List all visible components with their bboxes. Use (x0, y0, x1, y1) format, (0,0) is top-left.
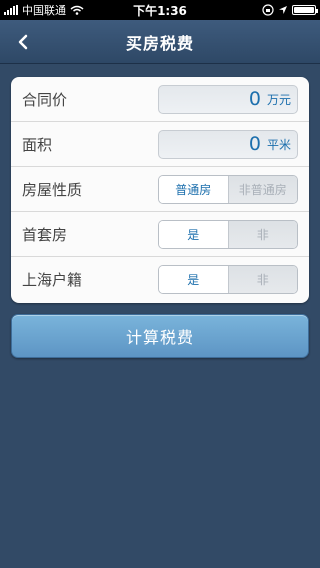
first-home-toggle: 是 非 (158, 219, 298, 249)
shanghai-hukou-toggle: 是 非 (158, 265, 298, 294)
segment-ordinary-housing[interactable]: 普通房 (159, 175, 228, 203)
area-input[interactable]: 0 平米 (158, 129, 298, 159)
area-unit: 平米 (266, 137, 291, 152)
contract-price-label: 合同价 (22, 90, 68, 109)
chevron-left-icon (18, 34, 28, 50)
contract-price-row: 合同价 0 万元 (11, 77, 309, 122)
shanghai-hukou-label: 上海户籍 (22, 271, 83, 289)
segment-non-ordinary-housing[interactable]: 非普通房 (227, 175, 297, 203)
contract-price-value: 0 (248, 88, 261, 110)
battery-icon (292, 5, 318, 15)
property-type-label: 房屋性质 (22, 180, 83, 199)
property-type-toggle: 普通房 非普通房 (158, 174, 298, 204)
segment-first-home-no[interactable]: 非 (227, 220, 297, 248)
status-right (262, 4, 318, 16)
rotation-lock-icon (262, 4, 274, 16)
segment-hukou-yes[interactable]: 是 (159, 266, 228, 293)
page-title: 买房税费 (125, 33, 194, 53)
contract-price-input[interactable]: 0 万元 (158, 84, 298, 114)
location-icon (279, 6, 287, 14)
first-home-row: 首套房 是 非 (11, 212, 309, 257)
property-type-row: 房屋性质 普通房 非普通房 (11, 167, 309, 212)
area-row: 面积 0 平米 (11, 122, 309, 167)
nav-bar: 买房税费 (0, 20, 320, 64)
tax-form: 合同价 0 万元 面积 0 平米 房屋性质 普通房 非普通房 首套房 是 非 上… (11, 77, 309, 303)
segment-first-home-yes[interactable]: 是 (159, 220, 228, 248)
first-home-label: 首套房 (22, 225, 68, 244)
status-bar: 中国联通 下午1:36 (0, 0, 320, 20)
contract-price-unit: 万元 (266, 92, 291, 107)
back-button[interactable] (8, 26, 38, 58)
calculate-tax-button[interactable]: 计算税费 (11, 314, 309, 358)
shanghai-hukou-row: 上海户籍 是 非 (11, 257, 309, 302)
area-label: 面积 (22, 135, 53, 154)
area-value: 0 (248, 133, 261, 155)
segment-hukou-no[interactable]: 非 (227, 266, 297, 293)
